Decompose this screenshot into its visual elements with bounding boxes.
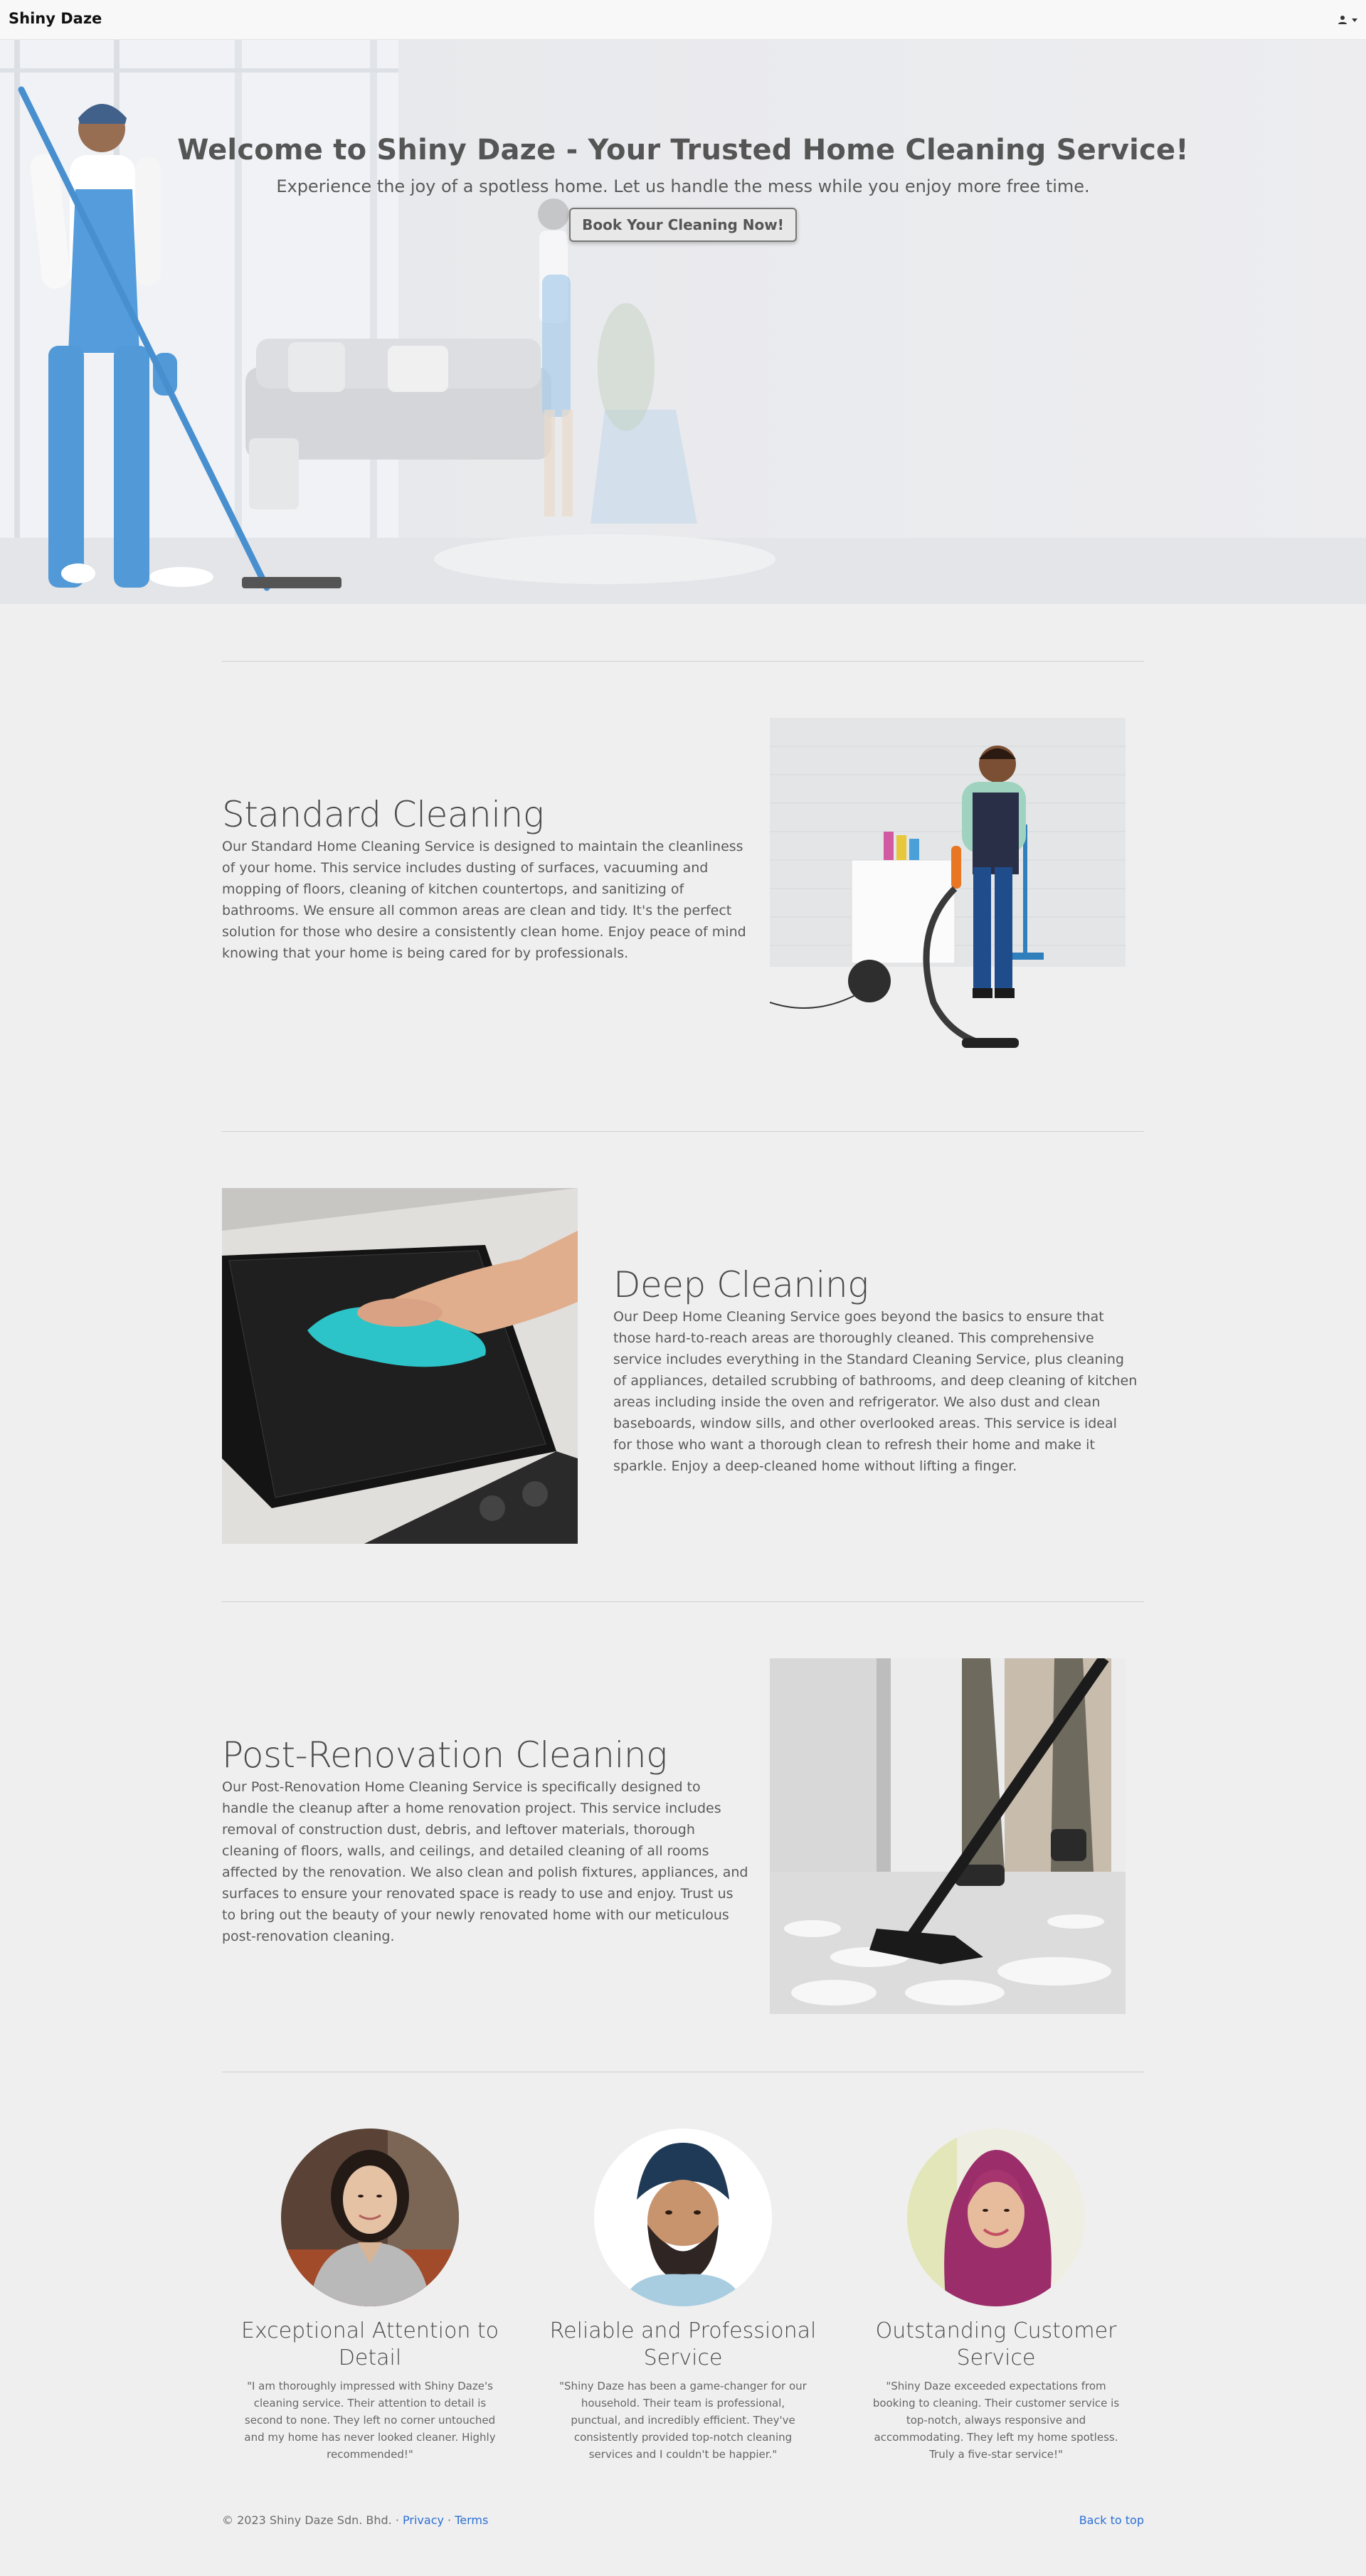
post-renovation-image — [770, 1658, 1126, 2014]
testimonial-quote: "I am thoroughly impressed with Shiny Da… — [244, 2380, 496, 2461]
hero-section: Welcome to Shiny Daze - Your Trusted Hom… — [0, 40, 1366, 604]
standard-cleaning-image — [770, 718, 1126, 1074]
brand-logo[interactable]: Shiny Daze — [9, 10, 102, 27]
testimonial-card: Reliable and Professional Service "Shiny… — [541, 2129, 825, 2463]
section-divider — [222, 661, 1144, 662]
testimonial-quote: "Shiny Daze exceeded expectations from b… — [872, 2380, 1120, 2461]
deep-cleaning-image — [222, 1188, 578, 1544]
testimonial-card: Outstanding Customer Service "Shiny Daze… — [854, 2129, 1138, 2463]
testimonial-card: Exceptional Attention to Detail "I am th… — [228, 2129, 512, 2463]
avatar — [907, 2129, 1085, 2306]
hero-background-image — [0, 40, 1366, 604]
feature-title: Post-Renovation Cleaning — [222, 1734, 667, 1776]
user-icon — [1338, 16, 1347, 24]
privacy-link[interactable]: Privacy — [403, 2513, 444, 2527]
feature-post-renovation-cleaning: Post-Renovation Cleaning Our Post-Renova… — [222, 1734, 748, 1947]
user-menu-dropdown[interactable] — [1329, 10, 1357, 30]
section-divider — [222, 1131, 1144, 1132]
back-to-top-link[interactable]: Back to top — [1079, 2513, 1144, 2527]
feature-standard-cleaning: Standard Cleaning Our Standard Home Clea… — [222, 793, 748, 964]
navbar: Shiny Daze — [0, 0, 1366, 40]
testimonial-title: Reliable and Professional Service — [549, 2318, 817, 2370]
feature-description: Our Post-Renovation Home Cleaning Servic… — [222, 1779, 748, 1944]
terms-link[interactable]: Terms — [455, 2513, 488, 2527]
avatar — [594, 2129, 772, 2306]
testimonial-quote: "Shiny Daze has been a game-changer for … — [559, 2380, 807, 2461]
book-cleaning-button[interactable]: Book Your Cleaning Now! — [569, 208, 797, 242]
footer-separator: · — [443, 2513, 455, 2527]
testimonial-title: Outstanding Customer Service — [875, 2318, 1117, 2370]
feature-title: Deep Cleaning — [613, 1264, 869, 1305]
feature-description: Our Standard Home Cleaning Service is de… — [222, 839, 746, 961]
hero-subtitle: Experience the joy of a spotless home. L… — [276, 176, 1090, 196]
testimonial-title: Exceptional Attention to Detail — [240, 2318, 499, 2370]
copyright-text: © 2023 Shiny Daze Sdn. Bhd. · — [222, 2513, 403, 2527]
hero-title: Welcome to Shiny Daze - Your Trusted Hom… — [177, 134, 1189, 166]
hero-content: Welcome to Shiny Daze - Your Trusted Hom… — [0, 134, 1366, 242]
chevron-down-icon — [1352, 18, 1357, 22]
feature-description: Our Deep Home Cleaning Service goes beyo… — [613, 1309, 1138, 1474]
section-divider — [222, 1601, 1144, 1602]
footer-copyright: © 2023 Shiny Daze Sdn. Bhd. · Privacy · … — [222, 2513, 488, 2527]
feature-title: Standard Cleaning — [222, 794, 544, 835]
feature-deep-cleaning: Deep Cleaning Our Deep Home Cleaning Ser… — [613, 1263, 1140, 1477]
avatar — [281, 2129, 459, 2306]
